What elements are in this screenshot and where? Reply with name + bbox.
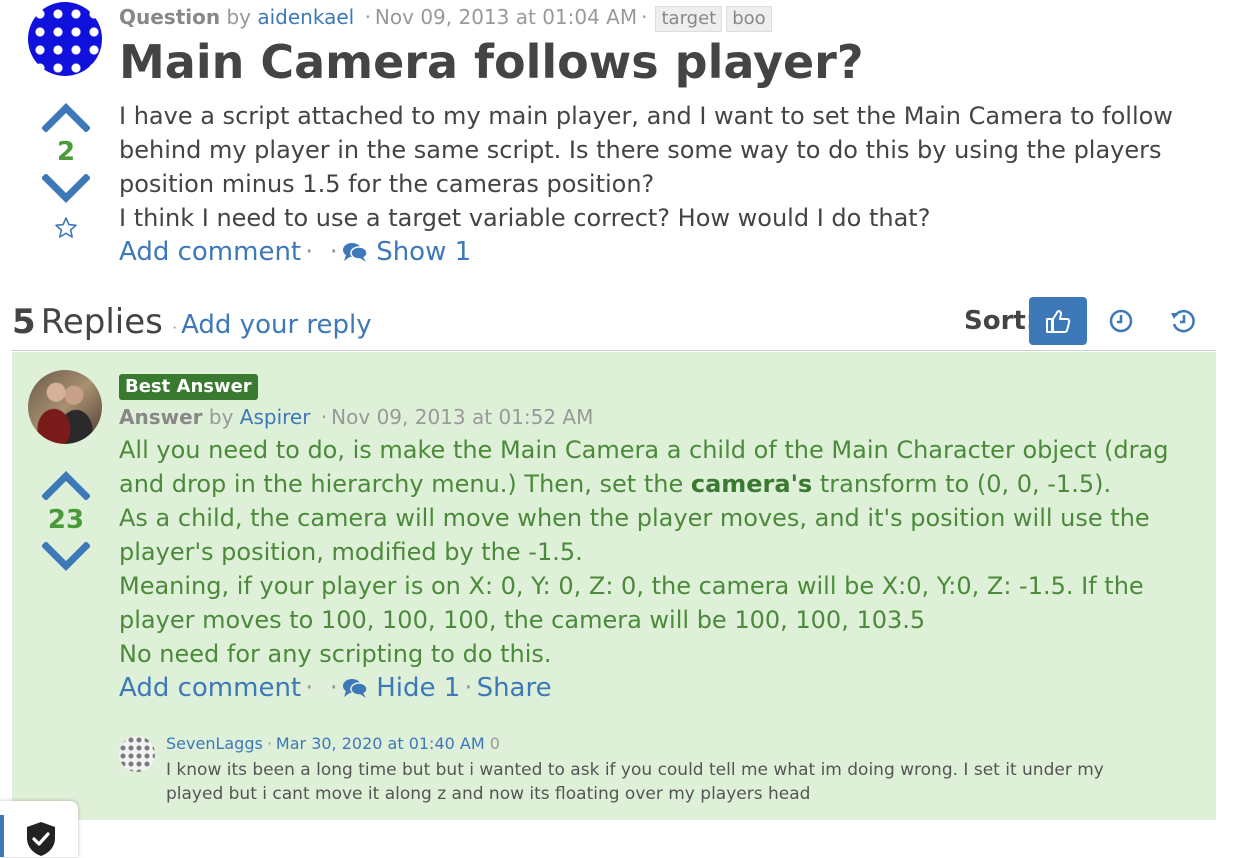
separator: · [329,673,338,703]
by-label: by [208,405,234,429]
upvote-icon[interactable] [42,102,90,132]
history-icon [1171,309,1195,333]
hide-comments-link[interactable]: Hide 1 [342,673,460,703]
clock-icon [1109,309,1133,333]
tag-boo[interactable]: boo [726,6,772,32]
show-comments-label: Show 1 [376,237,472,267]
separator: · [641,5,648,29]
separator: · [305,237,314,267]
sort-by-votes-button[interactable] [1029,297,1087,345]
separator: · [464,673,473,703]
post-kind: Answer [119,405,203,429]
post-date: Nov 09, 2013 at 01:52 AM [331,405,594,429]
question-meta: Question by aidenkael · Nov 09, 2013 at 0… [119,5,772,32]
question-actions: Add comment · · Show 1 [119,235,1209,269]
answer-vote-panel: 23 [36,470,96,572]
answer-emphasis: camera's [690,470,813,498]
separator: · [320,405,328,429]
post-date: Nov 09, 2013 at 01:04 AM [374,5,638,29]
shield-check-icon [27,822,55,856]
answer-paragraph: Meaning, if your player is on X: 0, Y: 0… [119,572,1144,634]
best-answer-post: 23 Best Answer Answer by Aspirer · Nov 09… [12,352,1216,820]
sort-by-newest-button[interactable] [1092,297,1150,345]
replies-header: 5 Replies · Add your reply Sort: [12,297,1216,352]
separator: · [329,237,338,267]
answer-paragraph: No need for any scripting to do this. [119,640,552,668]
avatar[interactable] [28,370,102,444]
comment-date-link[interactable]: Mar 30, 2020 at 01:40 AM [276,734,485,753]
question-paragraph: I think I need to use a target variable … [119,204,931,232]
author-link[interactable]: aidenkael [257,5,354,29]
comment-score: 0 [489,734,500,753]
question-body: I have a script attached to my main play… [119,99,1209,269]
question-post: 2 Question by aidenkael · Nov 09, 2013 at… [0,0,1237,275]
sort-by-oldest-button[interactable] [1154,297,1212,345]
privacy-badge[interactable] [0,801,78,857]
question-score: 2 [56,137,76,167]
replies-count: 5 [12,302,36,342]
by-label: by [226,5,251,29]
avatar[interactable] [119,736,155,772]
separator: · [364,5,371,29]
comments-icon [342,243,368,262]
downvote-icon[interactable] [42,542,90,572]
hide-comments-label: Hide 1 [376,673,461,703]
question-paragraph: I have a script attached to my main play… [119,102,1173,198]
question-vote-panel: 2 [36,102,96,240]
tag-target[interactable]: target [655,6,723,32]
comment-meta: SevenLaggs · Mar 30, 2020 at 01:40 AM 0 [166,734,500,753]
replies-label: Replies [40,302,163,342]
answer-paragraph: As a child, the camera will move when th… [119,504,1150,566]
comment-text: I know its been a long time but but i wa… [166,760,1104,804]
comments-icon [342,679,368,698]
add-comment-link[interactable]: Add comment [119,673,301,703]
answer-text: transform to (0, 0, -1.5). [812,470,1112,498]
star-icon[interactable] [54,216,78,240]
replies-title: 5 Replies · Add your reply [12,302,372,342]
answer-actions: Add comment · · Hide 1 · Share [119,671,1199,705]
answer-score: 23 [47,505,85,535]
divider [12,350,1216,351]
answer-meta: Answer by Aspirer · Nov 09, 2013 at 01:52… [119,405,593,429]
answer-paragraph: All you need to do, is make the Main Cam… [119,433,1199,501]
author-link[interactable]: Aspirer [240,405,311,429]
show-comments-link[interactable]: Show 1 [342,237,471,267]
best-answer-badge: Best Answer [119,374,258,400]
comment-author-link[interactable]: SevenLaggs [166,734,263,753]
sort-label: Sort: [964,306,1037,336]
separator: · [171,318,178,337]
avatar[interactable] [28,2,102,76]
answer-body: All you need to do, is make the Main Cam… [119,433,1199,705]
add-comment-link[interactable]: Add comment [119,237,301,267]
separator: · [305,673,314,703]
thumbs-up-icon [1046,310,1071,333]
downvote-icon[interactable] [42,174,90,204]
upvote-icon[interactable] [42,470,90,500]
share-link[interactable]: Share [477,673,552,703]
post-kind: Question [119,5,221,29]
page-title: Main Camera follows player? [119,35,864,89]
badge-edge [0,815,4,857]
separator: · [266,734,272,753]
add-reply-link[interactable]: Add your reply [181,310,372,340]
